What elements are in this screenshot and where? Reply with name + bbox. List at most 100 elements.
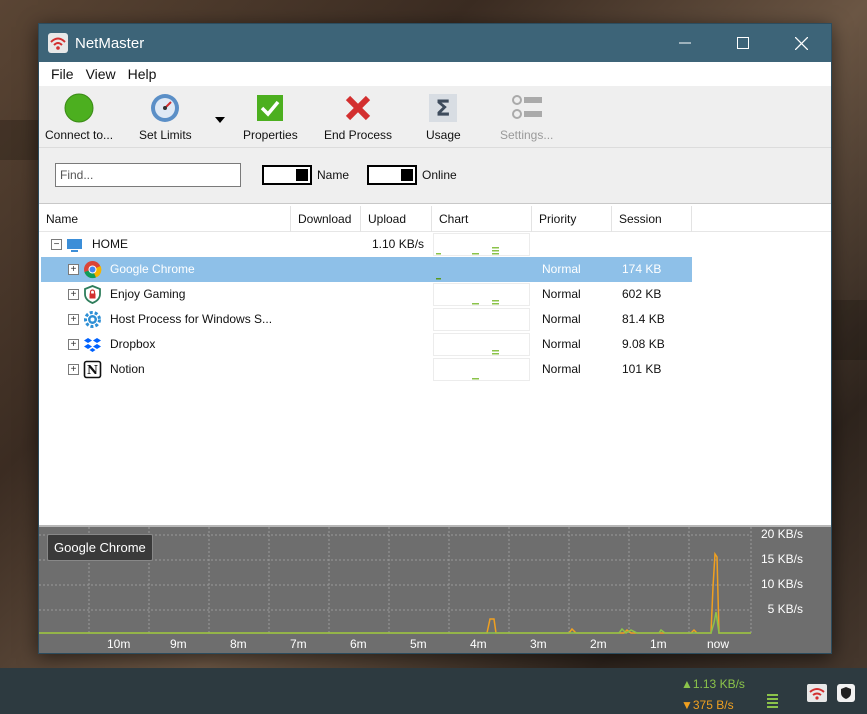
table-row-home[interactable]: − HOME 1.10 KB/s <box>39 232 831 257</box>
expand-toggle[interactable]: + <box>68 264 79 275</box>
row-session: 174 KB <box>622 262 662 276</box>
tray-upload-speed: ▲1.13 KB/s <box>681 677 745 691</box>
table-row-host-process[interactable]: + Host Process for Windows S... Normal 8… <box>39 307 831 332</box>
tray-meter-icon[interactable] <box>767 693 779 711</box>
row-mini-chart <box>433 308 530 331</box>
tray-download-speed: ▼375 B/s <box>681 698 734 712</box>
name-toggle[interactable] <box>262 165 312 185</box>
row-mini-chart <box>433 233 530 256</box>
column-session[interactable]: Session <box>612 206 692 232</box>
table-row-enjoy-gaming[interactable]: + Enjoy Gaming Normal 602 KB <box>39 282 831 307</box>
close-button[interactable] <box>772 24 830 62</box>
close-icon <box>794 36 808 50</box>
row-priority: Normal <box>542 362 581 376</box>
x-label-5m: 5m <box>410 637 427 651</box>
process-table: Name Download Upload Chart Priority Sess… <box>39 206 831 516</box>
x-label-now: now <box>707 637 730 651</box>
name-toggle-label: Name <box>317 168 350 182</box>
online-toggle-label: Online <box>422 168 457 182</box>
maximize-button[interactable] <box>714 24 772 62</box>
row-priority: Normal <box>542 312 581 326</box>
column-priority[interactable]: Priority <box>532 206 612 232</box>
collapse-toggle[interactable]: − <box>51 239 62 250</box>
y-label-15: 15 KB/s <box>760 552 803 566</box>
tray-wifi-icon[interactable] <box>806 683 828 703</box>
toolbar: Connect to... Set Limits Properties End … <box>39 86 831 148</box>
column-download[interactable]: Download <box>291 206 361 232</box>
notion-icon: N <box>83 360 102 379</box>
y-label-10: 10 KB/s <box>760 577 803 591</box>
table-row-google-chrome[interactable]: + Google Chrome Normal 174 KB <box>39 257 831 282</box>
row-mini-chart <box>433 283 530 306</box>
graph-selected-app-tooltip: Google Chrome <box>47 534 153 561</box>
svg-text:Σ: Σ <box>436 97 451 122</box>
tray-security-icon[interactable] <box>836 683 856 703</box>
x-label-8m: 8m <box>230 637 247 651</box>
x-label-10m: 10m <box>107 637 131 651</box>
computer-icon <box>67 239 82 252</box>
connect-label: Connect to... <box>45 128 114 142</box>
column-name[interactable]: Name <box>39 206 291 232</box>
maximize-icon <box>737 37 749 49</box>
traffic-graph: Google Chrome 20 KB/s 15 KB/s 10 KB/s 5 … <box>39 525 831 653</box>
row-priority: Normal <box>542 287 581 301</box>
desktop-background-detail <box>832 300 867 360</box>
end-process-button[interactable]: End Process <box>324 92 392 142</box>
usage-label: Usage <box>426 128 461 142</box>
end-process-label: End Process <box>324 128 393 142</box>
settings-button[interactable]: Settings... <box>500 92 553 142</box>
table-row-notion[interactable]: + N Notion Normal 101 KB <box>39 357 831 382</box>
properties-button[interactable]: Properties <box>243 92 298 142</box>
dropdown-arrow-icon <box>215 117 225 123</box>
search-input[interactable] <box>55 163 241 187</box>
row-upload: 1.10 KB/s <box>372 237 425 251</box>
set-limits-label: Set Limits <box>139 128 192 142</box>
menu-view[interactable]: View <box>80 66 122 82</box>
toggle-knob <box>401 169 413 181</box>
expand-toggle[interactable]: + <box>68 364 79 375</box>
row-session: 9.08 KB <box>622 337 665 351</box>
column-upload[interactable]: Upload <box>361 206 432 232</box>
usage-button[interactable]: Σ Usage <box>426 92 461 142</box>
column-chart[interactable]: Chart <box>432 206 532 232</box>
netmaster-window: NetMaster File View Help Connect to... S… <box>38 23 832 654</box>
row-name: HOME <box>92 237 128 251</box>
online-toggle[interactable] <box>367 165 417 185</box>
expand-toggle[interactable]: + <box>68 289 79 300</box>
shield-lock-icon <box>84 285 101 304</box>
filter-bar: Name Online <box>39 148 831 204</box>
gear-icon <box>84 311 101 328</box>
row-priority: Normal <box>542 337 581 351</box>
menu-help[interactable]: Help <box>122 66 163 82</box>
settings-sliders-icon <box>511 95 542 119</box>
menu-file[interactable]: File <box>45 66 80 82</box>
chrome-icon <box>84 261 102 279</box>
table-header: Name Download Upload Chart Priority Sess… <box>39 206 831 232</box>
minimize-button[interactable] <box>656 24 714 62</box>
row-session: 101 KB <box>622 362 662 376</box>
x-label-3m: 3m <box>530 637 547 651</box>
row-mini-chart <box>433 258 530 281</box>
x-label-4m: 4m <box>470 637 487 651</box>
window-title: NetMaster <box>75 34 145 52</box>
row-name: Notion <box>110 362 145 376</box>
row-session: 81.4 KB <box>622 312 665 326</box>
table-row-dropbox[interactable]: + Dropbox Normal 9.08 KB <box>39 332 831 357</box>
y-label-20: 20 KB/s <box>760 527 803 541</box>
settings-label: Settings... <box>500 128 554 142</box>
set-limits-dropdown[interactable] <box>215 112 225 126</box>
minimize-icon <box>679 42 691 44</box>
x-label-2m: 2m <box>590 637 607 651</box>
connect-button[interactable]: Connect to... <box>45 92 113 142</box>
set-limits-button[interactable]: Set Limits <box>139 92 192 142</box>
app-wifi-icon <box>48 33 68 53</box>
expand-toggle[interactable]: + <box>68 314 79 325</box>
expand-toggle[interactable]: + <box>68 339 79 350</box>
red-x-icon <box>345 95 371 121</box>
sigma-icon: Σ <box>429 94 458 122</box>
dropbox-icon <box>84 338 101 352</box>
title-bar[interactable]: NetMaster <box>39 24 831 62</box>
x-label-9m: 9m <box>170 637 187 651</box>
toggle-knob <box>296 169 308 181</box>
checkmark-icon <box>257 95 284 121</box>
